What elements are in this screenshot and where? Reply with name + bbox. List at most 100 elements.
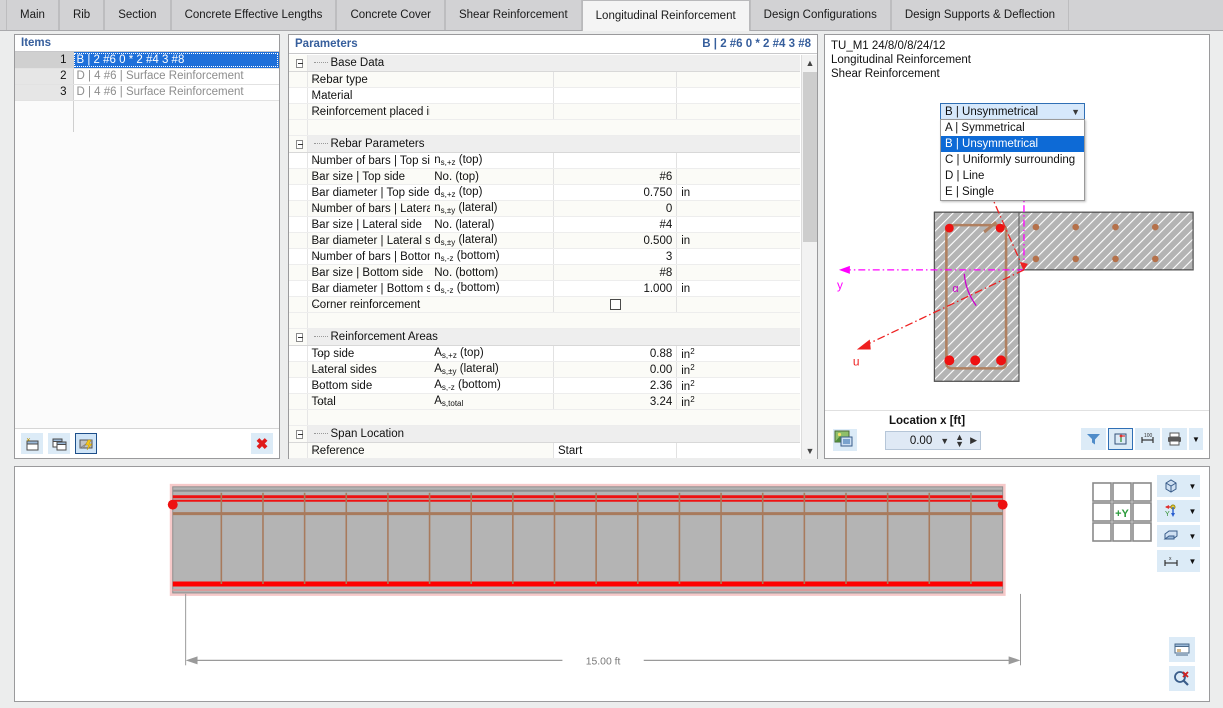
table-row[interactable]: Bar diameter | Lateral side ds,±y (later… [289, 233, 800, 249]
span-reference-value[interactable]: Start [554, 443, 677, 459]
table-row[interactable]: Top side As,+z (top) 0.88 in2 [289, 346, 800, 362]
group-expander-cell[interactable] [289, 426, 307, 443]
param-value[interactable]: #4 [554, 217, 677, 233]
item-value[interactable]: B | 2 #6 0 * 2 #4 3 #8 [73, 52, 279, 68]
tab-rib[interactable]: Rib [59, 0, 104, 30]
table-row[interactable]: Number of bars | Bottom side ns,-z (bott… [289, 249, 800, 265]
table-row[interactable]: Bar diameter | Bottom side ds,-z (bottom… [289, 281, 800, 297]
table-row[interactable]: Material [289, 88, 800, 104]
param-value[interactable] [554, 88, 677, 104]
axes-icon[interactable] [1108, 428, 1133, 450]
param-value[interactable] [554, 104, 677, 120]
tab-design-configurations[interactable]: Design Configurations [750, 0, 891, 30]
edit-item-button[interactable] [75, 433, 97, 454]
snapshot-icon[interactable] [833, 429, 857, 451]
render-mode-dropdown-icon[interactable]: ▼ [1185, 475, 1200, 497]
print-dropdown-icon[interactable]: ▼ [1189, 428, 1203, 450]
section-view-dropdown-icon[interactable]: ▼ [1185, 525, 1200, 547]
group-row-span-location[interactable]: Span Location [289, 426, 800, 443]
navigation-cube[interactable]: +Y [1091, 481, 1153, 543]
tab-concrete-effective-lengths[interactable]: Concrete Effective Lengths [171, 0, 337, 30]
section-view-row[interactable]: ▼ [1157, 525, 1201, 547]
zoom-reset-icon[interactable] [1169, 666, 1195, 691]
table-row[interactable]: Bar diameter | Top side ds,+z (top) 0.75… [289, 185, 800, 201]
scroll-up-icon[interactable]: ▲ [802, 55, 818, 71]
group-expander-cell[interactable] [289, 136, 307, 153]
tab-longitudinal-reinforcement[interactable]: Longitudinal Reinforcement [582, 0, 750, 31]
tab-design-supports-deflection[interactable]: Design Supports & Deflection [891, 0, 1069, 30]
axis-view-dropdown-icon[interactable]: ▼ [1185, 500, 1200, 522]
spinner-arrows-icon[interactable]: ▲▼ [952, 434, 967, 448]
param-value[interactable]: 0.750 [554, 185, 677, 201]
collapse-icon[interactable] [296, 430, 303, 439]
corner-reinforcement-checkbox[interactable] [610, 299, 621, 310]
param-value[interactable]: 1.000 [554, 281, 677, 297]
rebar-type-combo[interactable]: B | Unsymmetrical ▼ [940, 103, 1085, 120]
table-row[interactable]: 2 D | 4 #6 | Surface Reinforcement [15, 68, 279, 84]
dropdown-option-a[interactable]: A | Symmetrical [941, 120, 1084, 136]
group-expander-cell[interactable] [289, 329, 307, 346]
section-view-icon[interactable] [1157, 525, 1185, 547]
item-value[interactable]: D | 4 #6 | Surface Reinforcement [73, 68, 279, 84]
render-mode-row[interactable]: ▼ [1157, 475, 1201, 497]
filter-icon[interactable] [1081, 428, 1106, 450]
param-value[interactable] [554, 153, 677, 169]
location-x-value[interactable]: 0.00 [886, 435, 937, 447]
collapse-icon[interactable] [296, 140, 303, 149]
next-location-icon[interactable]: ▶ [967, 435, 980, 446]
group-row-reinforcement-areas[interactable]: Reinforcement Areas [289, 329, 800, 346]
param-value[interactable] [554, 72, 677, 88]
table-row[interactable]: Bar size | Bottom side No. (bottom) #8 [289, 265, 800, 281]
table-row-empty[interactable] [15, 116, 279, 132]
table-row[interactable]: Bottom side As,-z (bottom) 2.36 in2 [289, 378, 800, 394]
dropdown-option-e[interactable]: E | Single [941, 184, 1084, 200]
axis-view-row[interactable]: Y ▼ [1157, 500, 1201, 522]
table-row[interactable]: Reinforcement placed in the bent corner.… [289, 104, 800, 120]
table-row-empty[interactable] [15, 100, 279, 116]
dropdown-option-b[interactable]: B | Unsymmetrical [941, 136, 1084, 152]
axis-view-icon[interactable]: Y [1157, 500, 1185, 522]
render-mode-icon[interactable] [1157, 475, 1185, 497]
tab-shear-reinforcement[interactable]: Shear Reinforcement [445, 0, 582, 30]
param-value[interactable]: 3 [554, 249, 677, 265]
table-row[interactable]: Bar size | Top side No. (top) #6 [289, 169, 800, 185]
group-row-rebar-parameters[interactable]: Rebar Parameters [289, 136, 800, 153]
table-row[interactable]: Reference Start [289, 443, 800, 459]
collapse-icon[interactable] [296, 59, 303, 68]
scrollbar-thumb[interactable] [803, 72, 817, 242]
param-value[interactable]: #8 [554, 265, 677, 281]
dimension-style-icon[interactable]: x [1157, 550, 1185, 572]
table-row[interactable]: Rebar type [289, 72, 800, 88]
table-row[interactable]: Total As,total 3.24 in2 [289, 394, 800, 410]
collapse-icon[interactable] [296, 333, 303, 342]
param-value[interactable]: #6 [554, 169, 677, 185]
rebar-type-dropdown-list[interactable]: A | Symmetrical B | Unsymmetrical C | Un… [940, 119, 1085, 201]
dimension-icon[interactable]: 100 [1135, 428, 1160, 450]
location-x-stepper[interactable]: 0.00 ▼ ▲▼ ▶ [885, 431, 981, 450]
param-value[interactable]: 0 [554, 201, 677, 217]
new-item-button[interactable] [21, 433, 43, 454]
group-row-base-data[interactable]: Base Data [289, 55, 800, 72]
chevron-down-icon[interactable]: ▼ [937, 436, 952, 446]
tab-main[interactable]: Main [6, 0, 59, 30]
dropdown-option-c[interactable]: C | Uniformly surrounding [941, 152, 1084, 168]
scroll-down-icon[interactable]: ▼ [802, 443, 818, 459]
parameters-scrollbar[interactable]: ▲ ▼ [801, 55, 817, 459]
dimension-style-dropdown-icon[interactable]: ▼ [1185, 550, 1200, 572]
table-row[interactable]: 1 B | 2 #6 0 * 2 #4 3 #8 [15, 52, 279, 68]
tab-section[interactable]: Section [104, 0, 170, 30]
table-row[interactable]: Number of bars | Top side ns,+z (top) [289, 153, 800, 169]
table-row[interactable]: Lateral sides As,±y (lateral) 0.00 in2 [289, 362, 800, 378]
dropdown-option-d[interactable]: D | Line [941, 168, 1084, 184]
table-row[interactable]: Bar size | Lateral side No. (lateral) #4 [289, 217, 800, 233]
table-row[interactable]: Number of bars | Lateral side ns,±y (lat… [289, 201, 800, 217]
dimension-style-row[interactable]: x ▼ [1157, 550, 1201, 572]
print-preview-icon[interactable] [1169, 637, 1195, 662]
corner-reinforcement-checkbox-cell[interactable] [554, 297, 677, 313]
delete-item-button[interactable]: ✖ [251, 433, 273, 454]
chevron-down-icon[interactable]: ▼ [1071, 107, 1080, 117]
copy-item-button[interactable] [48, 433, 70, 454]
tab-concrete-cover[interactable]: Concrete Cover [336, 0, 445, 30]
print-icon[interactable] [1162, 428, 1187, 450]
group-expander-cell[interactable] [289, 55, 307, 72]
